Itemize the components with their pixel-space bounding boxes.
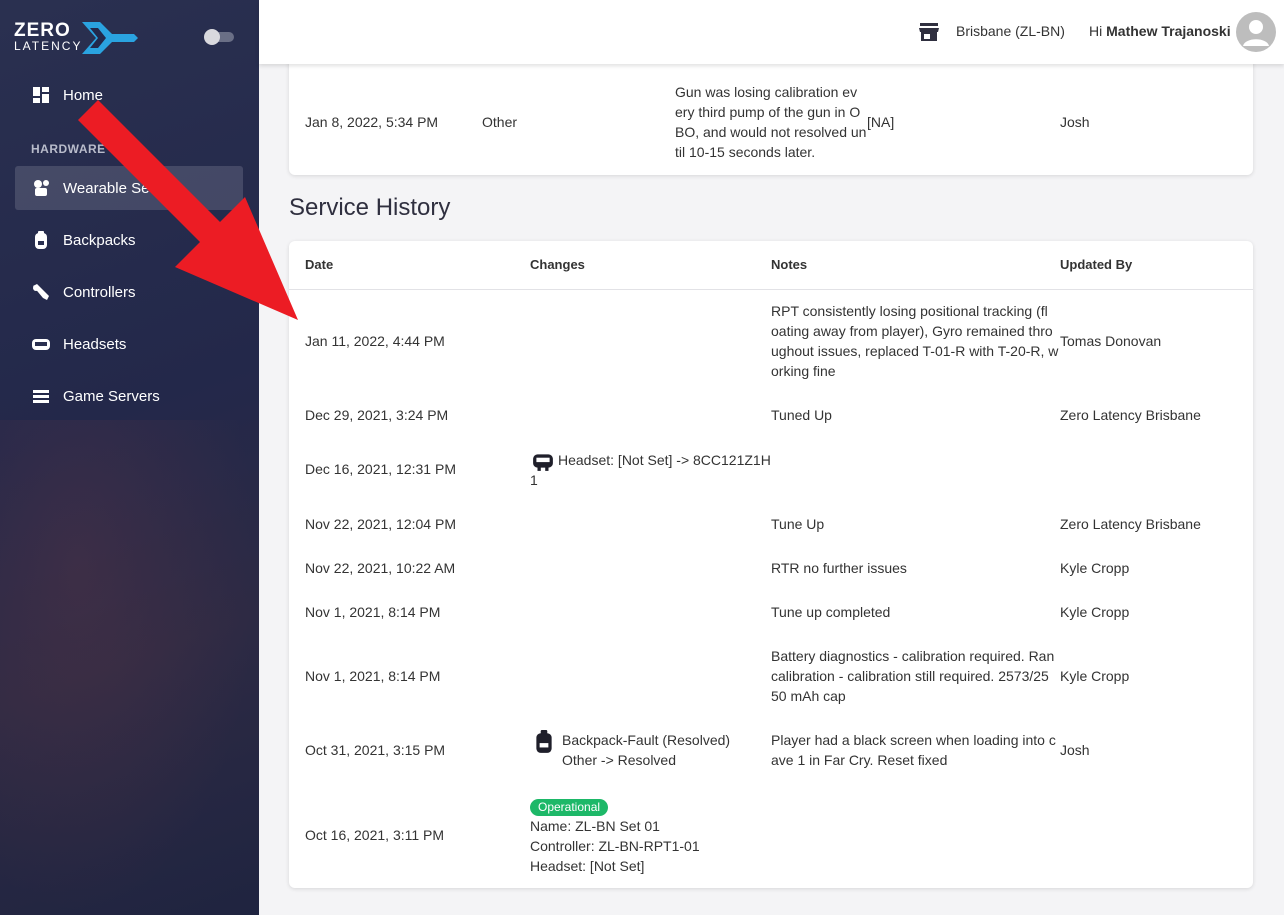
sidebar-item-game-servers[interactable]: Game Servers [15, 374, 243, 418]
headset-icon [32, 339, 50, 350]
row-notes-line: 50 mAh cap [771, 688, 846, 704]
service-history-table: Date Changes Notes Updated By Jan 11, 20… [289, 241, 1253, 888]
logo-text-latency: LATENCY [14, 39, 83, 53]
row-notes: Battery diagnostics - calibration requir… [771, 646, 1061, 706]
row-notes: Tune Up [771, 516, 825, 532]
row-notes-line: ave 1 in Far Cry. Reset fixed [771, 752, 948, 768]
row-date: Dec 29, 2021, 3:24 PM [305, 407, 449, 423]
theme-toggle[interactable] [204, 29, 234, 45]
row-date: Oct 16, 2021, 3:11 PM [305, 827, 445, 843]
zero-latency-logo[interactable]: ZERO LATENCY [14, 20, 138, 54]
row-notes-line: Player had a black screen when loading i… [771, 732, 1056, 748]
row-date: Dec 16, 2021, 12:31 PM [305, 461, 456, 477]
issue-resolution: [NA] [867, 114, 895, 130]
issue-type: Other [482, 114, 518, 130]
section-title: Service History [289, 194, 451, 221]
row-notes-line: RPT consistently losing positional track… [771, 303, 1048, 319]
store-icon [919, 23, 939, 41]
annotation-arrow [78, 100, 298, 320]
sidebar-item-label: Game Servers [63, 388, 160, 405]
row-updated-by: Kyle Cropp [1060, 604, 1130, 620]
issue-description-line: BO, and would not resolved un [675, 124, 867, 140]
row-date: Nov 1, 2021, 8:14 PM [305, 604, 441, 620]
issue-description: Gun was losing calibration ev ery third … [675, 82, 870, 162]
column-header-notes[interactable]: Notes [771, 257, 807, 272]
row-updated-by: Tomas Donovan [1060, 333, 1162, 349]
row-notes-line: Battery diagnostics - calibration requir… [771, 648, 1055, 664]
row-notes-line: oating away from player), Gyro remained … [771, 323, 1053, 339]
user-avatar-icon [1243, 20, 1269, 46]
row-notes: Tuned Up [771, 407, 832, 423]
column-header-changes[interactable]: Changes [530, 257, 585, 272]
user-greeting[interactable]: Hi Mathew Trajanoski [1089, 23, 1231, 39]
column-header-updated-by[interactable]: Updated By [1060, 257, 1132, 272]
row-notes: RPT consistently losing positional track… [771, 301, 1061, 381]
top-app-bar: Brisbane (ZL-BN) Hi Mathew Trajanoski [259, 0, 1284, 64]
row-changes: Operational Name: ZL-BN Set 01 Controlle… [530, 796, 700, 876]
location-selector[interactable]: Brisbane (ZL-BN) [956, 23, 1065, 39]
server-icon [33, 390, 49, 403]
row-updated-by: Josh [1060, 742, 1090, 758]
wearable-icon [34, 180, 49, 196]
logo-wing-icon [82, 22, 138, 54]
row-changes-line: Controller: ZL-BN-RPT1-01 [530, 838, 700, 854]
row-changes: Headset: [Not Set] -> 8CC121Z1H [558, 452, 771, 468]
row-notes-line: orking fine [771, 363, 836, 379]
status-badge: Operational [530, 799, 609, 816]
row-changes-line: Name: ZL-BN Set 01 [530, 818, 660, 834]
issue-description-line: ery third pump of the gun in O [675, 104, 861, 120]
row-updated-by: Kyle Cropp [1060, 668, 1130, 684]
row-changes-line: Headset: [Not Set] [530, 858, 645, 874]
issue-description-line: Gun was losing calibration ev [675, 84, 858, 100]
row-date: Nov 22, 2021, 10:22 AM [305, 560, 456, 576]
headset-icon [533, 454, 553, 471]
row-date: Jan 11, 2022, 4:44 PM [305, 333, 445, 349]
avatar[interactable] [1236, 12, 1276, 52]
row-updated-by: Zero Latency Brisbane [1060, 516, 1201, 532]
row-notes: Player had a black screen when loading i… [771, 730, 1061, 770]
issue-date: Jan 8, 2022, 5:34 PM [305, 114, 439, 130]
row-updated-by: Zero Latency Brisbane [1060, 407, 1201, 423]
user-name: Mathew Trajanoski [1106, 23, 1231, 39]
column-header-date[interactable]: Date [305, 257, 333, 272]
row-date: Oct 31, 2021, 3:15 PM [305, 742, 446, 758]
greeting-prefix: Hi [1089, 23, 1103, 39]
dashboard-icon [33, 87, 49, 103]
issues-card: Jan 8, 2022, 5:34 PM Other Gun was losin… [289, 56, 1253, 175]
row-notes-line: ughout issues, replaced T-01-R with T-20… [771, 343, 1059, 359]
backpack-icon [536, 730, 552, 753]
controller-icon [33, 284, 49, 300]
issue-user: Josh [1060, 114, 1090, 130]
row-changes-line: 1 [530, 472, 538, 488]
row-notes-line: calibration - calibration still required… [771, 668, 1049, 684]
sidebar-item-headsets[interactable]: Headsets [15, 322, 243, 366]
issue-description-line: til 10-15 seconds later. [675, 144, 816, 160]
header-divider [289, 289, 1253, 290]
row-changes-line: Other -> Resolved [562, 752, 676, 768]
row-notes: Tune up completed [771, 604, 891, 620]
row-changes-line: Backpack-Fault (Resolved) [562, 732, 731, 748]
row-updated-by: Kyle Cropp [1060, 560, 1130, 576]
row-date: Nov 22, 2021, 12:04 PM [305, 516, 456, 532]
backpack-icon [35, 231, 47, 249]
row-changes: Backpack-Fault (Resolved) Other -> Resol… [562, 730, 730, 770]
row-date: Nov 1, 2021, 8:14 PM [305, 668, 441, 684]
sidebar-item-label: Headsets [63, 336, 127, 353]
row-notes: RTR no further issues [771, 560, 907, 576]
